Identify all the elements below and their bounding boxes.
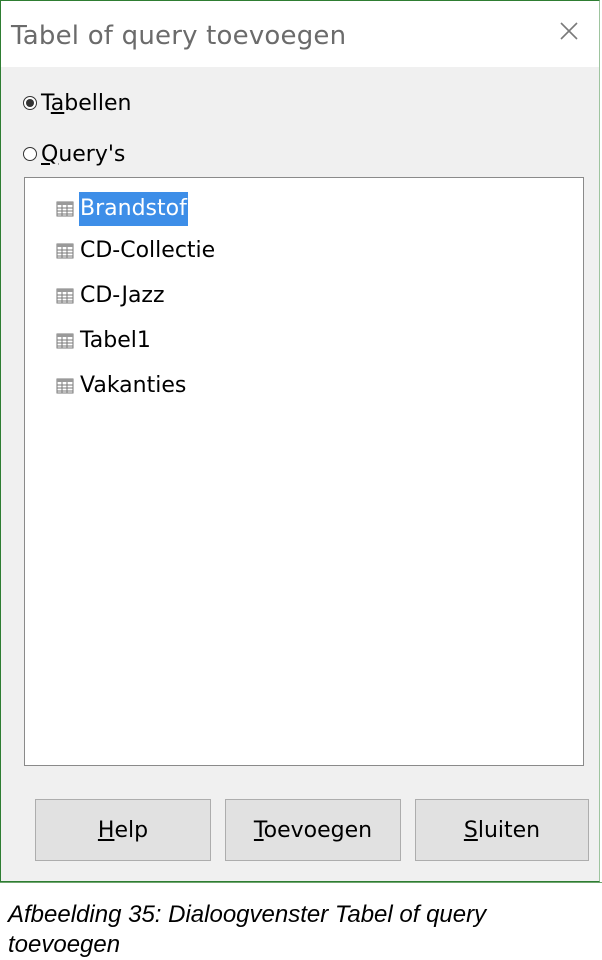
table-list[interactable]: Brandstof CD-Collectie CD-Jazz Tabel1 Va… — [24, 177, 584, 766]
list-item[interactable]: Vakanties — [55, 369, 187, 403]
figure-caption: Afbeelding 35: Dialoogvenster Tabel of q… — [8, 901, 487, 958]
radio-tables-indicator[interactable] — [23, 96, 37, 110]
table-icon — [56, 201, 74, 217]
help-button-label: Help — [97, 817, 149, 843]
dialog-title: Tabel of query toevoegen — [11, 21, 347, 51]
list-item-label: Tabel1 — [80, 328, 151, 353]
list-item-label: CD-Collectie — [80, 238, 216, 263]
radio-tables[interactable]: Tabellen — [23, 88, 131, 118]
list-item-label: CD-Jazz — [80, 283, 165, 308]
list-item[interactable]: Tabel1 — [55, 324, 152, 358]
add-button[interactable]: Toevoegen — [225, 799, 401, 861]
list-item[interactable]: CD-Collectie — [55, 234, 216, 268]
table-icon — [56, 288, 74, 304]
help-button[interactable]: Help — [35, 799, 211, 861]
table-icon — [56, 243, 74, 259]
radio-queries-indicator[interactable] — [23, 147, 37, 161]
list-item[interactable]: Brandstof — [55, 192, 188, 226]
close-icon[interactable] — [553, 15, 585, 47]
title-bar: Tabel of query toevoegen — [1, 1, 599, 67]
list-item-label: Vakanties — [80, 373, 187, 398]
radio-tables-label: Tabellen — [41, 90, 132, 116]
close-button[interactable]: Sluiten — [415, 799, 589, 861]
radio-queries-label: Query's — [41, 141, 126, 167]
add-table-dialog: Tabel of query toevoegen Tabellen Query'… — [0, 0, 600, 882]
list-item[interactable]: CD-Jazz — [55, 279, 166, 313]
table-icon — [56, 378, 74, 394]
table-icon — [56, 333, 74, 349]
caption-divider — [0, 882, 602, 883]
list-item-label: Brandstof — [79, 192, 188, 226]
radio-queries[interactable]: Query's — [23, 139, 125, 169]
close-button-label: Sluiten — [463, 817, 541, 843]
add-button-label: Toevoegen — [253, 817, 373, 843]
